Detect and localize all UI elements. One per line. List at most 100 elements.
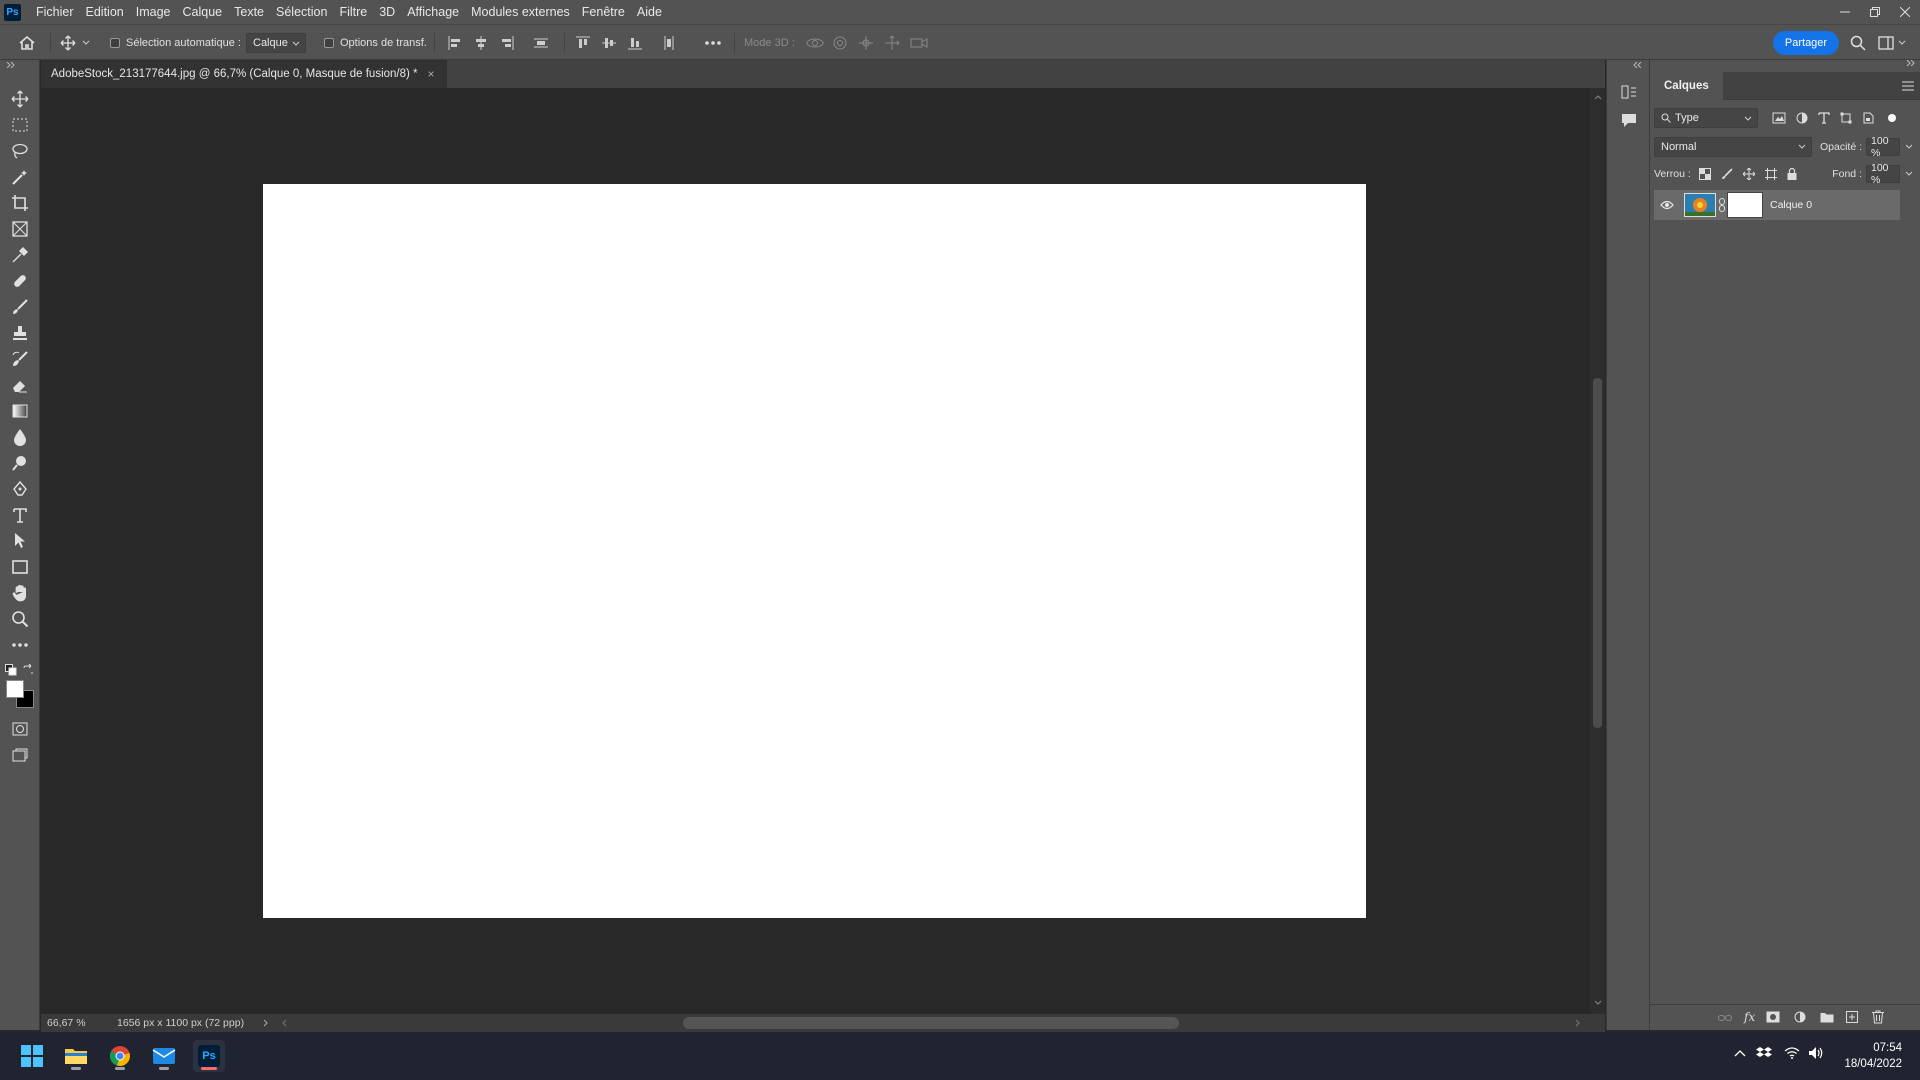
dropbox-tray-icon[interactable] [1756,1046,1772,1060]
menu-affichage[interactable]: Affichage [401,0,465,24]
swap-colors-icon[interactable] [22,664,34,676]
default-colors-icon[interactable] [5,664,17,676]
align-top-button[interactable] [576,25,590,61]
quick-mask-button[interactable] [8,718,32,740]
object-selection-tool[interactable] [8,166,32,188]
restore-button[interactable] [1860,0,1890,24]
history-brush-tool[interactable] [8,348,32,370]
layer-name[interactable]: Calque 0 [1770,199,1812,211]
lock-artboard-icon[interactable] [1764,168,1777,180]
align-hcenter-button[interactable] [474,25,488,61]
menu-fenetre[interactable]: Fenêtre [576,0,631,24]
menu-selection[interactable]: Sélection [270,0,333,24]
edit-toolbar-button[interactable] [8,634,32,656]
lock-position-icon[interactable] [1742,168,1755,180]
transform-options-checkbox[interactable]: Options de transf. [324,25,427,61]
frame-tool[interactable] [8,218,32,240]
align-right-button[interactable] [500,25,514,61]
scroll-right-icon[interactable] [1575,1019,1581,1027]
lasso-tool[interactable] [8,140,32,162]
photoshop-logo-icon[interactable]: Ps [4,3,21,21]
lock-pixels-icon[interactable] [1721,168,1733,180]
chevron-down-icon[interactable] [1905,144,1913,150]
clone-stamp-tool[interactable] [8,322,32,344]
filter-type-icon[interactable] [1818,112,1830,124]
file-explorer-taskbar-button[interactable] [60,1040,92,1072]
scroll-down-icon[interactable] [1594,1000,1602,1006]
chrome-taskbar-button[interactable] [104,1040,136,1072]
collapse-panels-icon[interactable] [1633,62,1643,68]
menu-fichier[interactable]: Fichier [30,0,80,24]
horizontal-scrollbar-thumb[interactable] [683,1017,1179,1029]
wifi-icon[interactable] [1784,1047,1800,1059]
filter-toggle-icon[interactable] [1888,114,1896,122]
fill-input[interactable]: 100 % [1866,162,1900,186]
filter-smart-object-icon[interactable] [1862,112,1874,124]
document-tab[interactable]: AdobeStock_213177644.jpg @ 66,7% (Calque… [41,60,447,88]
collapse-panel-icon[interactable] [1906,60,1916,66]
zoom-level[interactable]: 66,67 % [47,1017,111,1029]
workspace-button[interactable] [1878,25,1906,61]
chain-link-icon[interactable] [1719,198,1725,212]
layer-filter-dropdown[interactable]: Type [1654,108,1758,128]
hand-tool[interactable] [8,582,32,604]
auto-select-target-dropdown[interactable]: Calque [246,33,306,53]
photoshop-taskbar-button[interactable]: Ps [193,1040,225,1072]
system-clock[interactable]: 07:54 18/04/2022 [1844,1040,1902,1072]
pan-3d-button[interactable] [858,25,874,61]
roll-3d-button[interactable] [832,25,848,61]
minimize-button[interactable] [1830,0,1860,24]
show-hidden-icons-button[interactable] [1734,1049,1746,1057]
layer-mask-thumbnail[interactable] [1727,192,1763,218]
comments-panel-button[interactable] [1621,112,1637,128]
add-mask-icon[interactable] [1766,1011,1780,1023]
vertical-scrollbar-thumb[interactable] [1593,378,1602,728]
new-layer-icon[interactable] [1846,1011,1858,1023]
dodge-tool[interactable] [8,452,32,474]
home-button[interactable] [18,25,36,61]
panel-menu-icon[interactable] [1902,81,1914,91]
healing-brush-tool[interactable] [8,270,32,292]
align-bottom-button[interactable] [628,25,642,61]
scroll-up-icon[interactable] [1594,94,1602,100]
opacity-input[interactable]: 100 % [1866,135,1901,159]
scale-3d-button[interactable] [910,25,928,61]
zoom-tool[interactable] [8,608,32,630]
auto-select-checkbox-box[interactable] [110,38,120,48]
vertical-scrollbar[interactable] [1590,88,1605,1014]
eraser-tool[interactable] [8,374,32,396]
lock-all-icon[interactable] [1787,168,1797,180]
gradient-tool[interactable] [8,400,32,422]
menu-3d[interactable]: 3D [373,0,401,24]
foreground-color-swatch[interactable] [6,680,24,698]
history-panel-button[interactable] [1621,84,1637,100]
menu-filtre[interactable]: Filtre [333,0,373,24]
align-vcenter-button[interactable] [602,25,616,61]
canvas-workspace[interactable] [41,88,1590,1014]
lock-transparency-icon[interactable] [1698,168,1711,180]
document-canvas[interactable] [263,184,1366,918]
eyedropper-tool[interactable] [8,244,32,266]
more-options-button[interactable] [704,25,722,61]
filter-adjustment-icon[interactable] [1796,112,1808,124]
menu-edition[interactable]: Edition [80,0,130,24]
filter-pixel-icon[interactable] [1772,112,1786,124]
brush-tool[interactable] [8,296,32,318]
trash-icon[interactable] [1872,1010,1884,1024]
volume-icon[interactable] [1808,1046,1824,1060]
blend-mode-dropdown[interactable]: Normal [1654,137,1812,157]
filter-shape-icon[interactable] [1840,112,1852,124]
blur-tool[interactable] [8,426,32,448]
auto-select-checkbox[interactable]: Sélection automatique : [110,25,241,61]
close-tab-icon[interactable]: × [428,67,435,81]
menu-texte[interactable]: Texte [228,0,270,24]
link-layers-icon[interactable] [1718,1013,1732,1023]
start-button[interactable] [16,1040,48,1072]
transform-options-checkbox-box[interactable] [324,38,334,48]
adjustment-layer-icon[interactable] [1794,1011,1806,1023]
layers-tab[interactable]: Calques [1650,72,1723,100]
orbit-3d-button[interactable] [806,25,824,61]
menu-modules-externes[interactable]: Modules externes [465,0,576,24]
collapse-toolbar-icon[interactable] [6,62,16,68]
document-info[interactable]: 1656 px x 1100 px (72 ppp) [117,1017,244,1029]
